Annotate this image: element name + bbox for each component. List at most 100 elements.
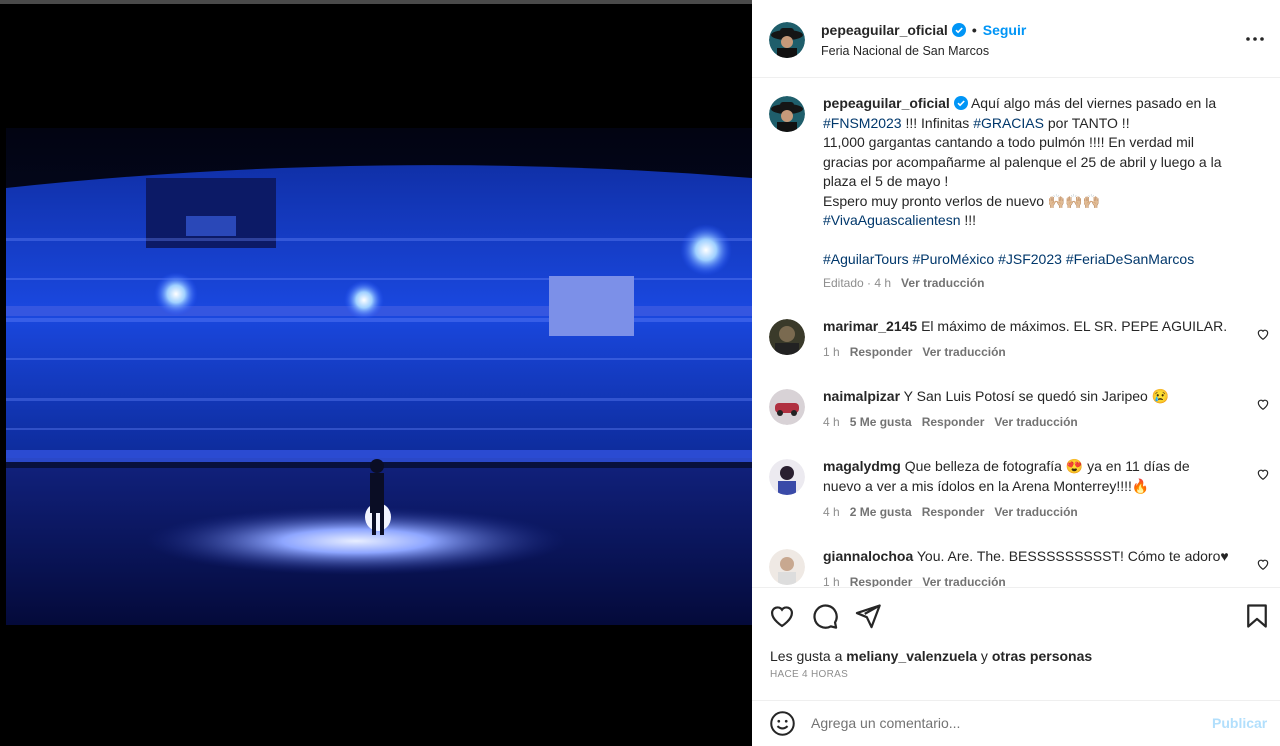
caption-hashtags: #AguilarTours #PuroMéxico #JSF2023 #Feri… bbox=[823, 250, 1243, 270]
separator-dot: • bbox=[971, 22, 977, 38]
caption-text-1: Aquí algo más del viernes pasado en la bbox=[970, 95, 1217, 111]
comment-username[interactable]: naimalpizar bbox=[823, 388, 900, 404]
translate-link[interactable]: Ver traducción bbox=[901, 276, 984, 290]
likes-summary: Les gusta a meliany_valenzuela y otras p… bbox=[770, 648, 1092, 664]
comment-username[interactable]: giannalochoa bbox=[823, 548, 913, 564]
comment-meta: 4 h 5 Me gusta Responder Ver traducción bbox=[823, 415, 1088, 429]
hashtag-link[interactable]: #FNSM2023 bbox=[823, 115, 902, 131]
comment-username[interactable]: magalydmg bbox=[823, 458, 901, 474]
hashtag-link[interactable]: #FeriaDeSanMarcos bbox=[1066, 251, 1194, 267]
post-time[interactable]: HACE 4 HORAS bbox=[770, 669, 848, 680]
hashtag-link[interactable]: #AguilarTours bbox=[823, 251, 909, 267]
comment-text: giannalochoa You. Are. The. BESSSSSSSSST… bbox=[823, 547, 1243, 567]
author-avatar[interactable] bbox=[769, 22, 805, 58]
more-horizontal-icon[interactable] bbox=[1244, 28, 1266, 50]
commenter-avatar[interactable] bbox=[769, 319, 805, 355]
caption-username[interactable]: pepeaguilar_oficial bbox=[823, 95, 950, 111]
heart-icon[interactable] bbox=[1256, 397, 1270, 411]
caption-line: 11,000 gargantas cantando a todo pulmón … bbox=[823, 134, 1194, 150]
caption-line: Espero muy pronto verlos de nuevo 🙌🏼🙌🏼🙌🏼 bbox=[823, 192, 1101, 209]
comment-meta: 1 h Responder Ver traducción bbox=[823, 345, 1016, 359]
comment-text: naimalpizar Y San Luis Potosí se quedó s… bbox=[823, 387, 1243, 407]
avatar-image bbox=[769, 22, 805, 58]
translate-link[interactable]: Ver traducción bbox=[922, 575, 1005, 587]
comment-body: El máximo de máximos. EL SR. PEPE AGUILA… bbox=[921, 318, 1228, 334]
comment-likes[interactable]: 2 Me gusta bbox=[850, 505, 912, 519]
comment-body: You. Are. The. BESSSSSSSSST! Cómo te ado… bbox=[916, 548, 1229, 564]
hashtag-link[interactable]: #VivaAguascalientesn bbox=[823, 212, 961, 228]
caption-text-4: !!! bbox=[964, 212, 977, 228]
liker-username[interactable]: meliany_valenzuela bbox=[846, 648, 977, 664]
caption-row: pepeaguilar_oficial Aquí algo más del vi… bbox=[752, 94, 1280, 304]
comment-time: 1 h bbox=[823, 345, 840, 359]
verified-badge-icon bbox=[953, 96, 968, 110]
likes-others-link[interactable]: otras personas bbox=[992, 648, 1092, 664]
paper-plane-icon[interactable] bbox=[854, 602, 882, 630]
heart-icon[interactable] bbox=[768, 602, 796, 630]
likes-prefix: Les gusta a bbox=[770, 648, 843, 664]
avatar-image bbox=[769, 459, 805, 495]
concert-photo-illustration bbox=[6, 128, 752, 625]
caption-text-2: !!! Infinitas bbox=[905, 114, 970, 131]
window-top-strip bbox=[0, 0, 752, 4]
comment-body: Y San Luis Potosí se quedó sin Jaripeo 😢 bbox=[903, 388, 1170, 404]
media-area bbox=[0, 0, 752, 746]
comment-username[interactable]: marimar_2145 bbox=[823, 318, 917, 334]
caption-line: pepeaguilar_oficial Aquí algo más del vi… bbox=[823, 94, 1243, 114]
comment-body: Que belleza de fotografía 😍 ya en 11 día… bbox=[904, 458, 1190, 474]
comment-text: magalydmg Que belleza de fotografía 😍 ya… bbox=[823, 457, 1243, 496]
comment-likes[interactable]: 5 Me gusta bbox=[850, 415, 912, 429]
avatar-image bbox=[769, 319, 805, 355]
reply-button[interactable]: Responder bbox=[850, 575, 913, 587]
reply-button[interactable]: Responder bbox=[922, 505, 985, 519]
commenter-avatar[interactable] bbox=[769, 549, 805, 585]
post-photo[interactable] bbox=[6, 128, 752, 625]
comment-input[interactable] bbox=[811, 710, 1201, 736]
hashtag-link[interactable]: #GRACIAS bbox=[973, 115, 1044, 131]
avatar-image bbox=[769, 389, 805, 425]
hashtag-link[interactable]: #PuroMéxico bbox=[913, 251, 995, 267]
caption-text: pepeaguilar_oficial Aquí algo más del vi… bbox=[823, 94, 1243, 270]
bookmark-icon[interactable] bbox=[1243, 602, 1271, 630]
add-comment-bar: Publicar bbox=[752, 700, 1280, 746]
caption-text-3: por TANTO !! bbox=[1047, 114, 1130, 131]
follow-button[interactable]: Seguir bbox=[983, 22, 1027, 38]
comments-list[interactable]: pepeaguilar_oficial Aquí algo más del vi… bbox=[752, 79, 1280, 587]
caption-line: plaza el 5 de mayo ! bbox=[823, 173, 949, 189]
caption-line: gracias por acompañarme al palenque el 2… bbox=[823, 153, 1222, 170]
heart-icon[interactable] bbox=[1256, 557, 1270, 571]
post-header: pepeaguilar_oficial • Seguir Feria Naciona… bbox=[752, 0, 1280, 78]
author-avatar[interactable] bbox=[769, 96, 805, 132]
post-side-panel: pepeaguilar_oficial • Seguir Feria Naciona… bbox=[752, 0, 1280, 746]
commenter-avatar[interactable] bbox=[769, 389, 805, 425]
commenter-avatar[interactable] bbox=[769, 459, 805, 495]
comment-text: marimar_2145 El máximo de máximos. EL SR… bbox=[823, 317, 1243, 337]
author-line: pepeaguilar_oficial • Seguir bbox=[821, 22, 1026, 38]
publish-button[interactable]: Publicar bbox=[1212, 715, 1267, 731]
heart-icon[interactable] bbox=[1256, 327, 1270, 341]
post-location[interactable]: Feria Nacional de San Marcos bbox=[821, 44, 989, 58]
translate-link[interactable]: Ver traducción bbox=[994, 415, 1077, 429]
caption-meta: Editado · 4 h Ver traducción bbox=[823, 276, 994, 290]
edited-time: Editado · 4 h bbox=[823, 276, 892, 290]
reply-button[interactable]: Responder bbox=[922, 415, 985, 429]
comment-time: 1 h bbox=[823, 575, 840, 587]
comment-row: magalydmg Que belleza de fotografía 😍 ya… bbox=[752, 457, 1280, 537]
verified-badge-icon bbox=[951, 23, 966, 37]
avatar-image bbox=[769, 549, 805, 585]
emoji-icon[interactable] bbox=[769, 710, 796, 737]
translate-link[interactable]: Ver traducción bbox=[994, 505, 1077, 519]
likes-connector: y bbox=[980, 648, 988, 664]
comment-body-continued: nuevo a ver a mis ídolos en la Arena Mon… bbox=[823, 477, 1150, 494]
caption-line: #FNSM2023 !!! Infinitas #GRACIAS por TAN… bbox=[823, 114, 1243, 134]
author-username[interactable]: pepeaguilar_oficial bbox=[821, 22, 948, 38]
comment-row: marimar_2145 El máximo de máximos. EL SR… bbox=[752, 317, 1280, 377]
translate-link[interactable]: Ver traducción bbox=[922, 345, 1005, 359]
reply-button[interactable]: Responder bbox=[850, 345, 913, 359]
heart-icon[interactable] bbox=[1256, 467, 1270, 481]
comment-time: 4 h bbox=[823, 505, 840, 519]
comment-bubble-icon[interactable] bbox=[811, 602, 839, 630]
hashtag-link[interactable]: #JSF2023 bbox=[998, 251, 1062, 267]
caption-line: #VivaAguascalientesn !!! bbox=[823, 211, 1243, 231]
